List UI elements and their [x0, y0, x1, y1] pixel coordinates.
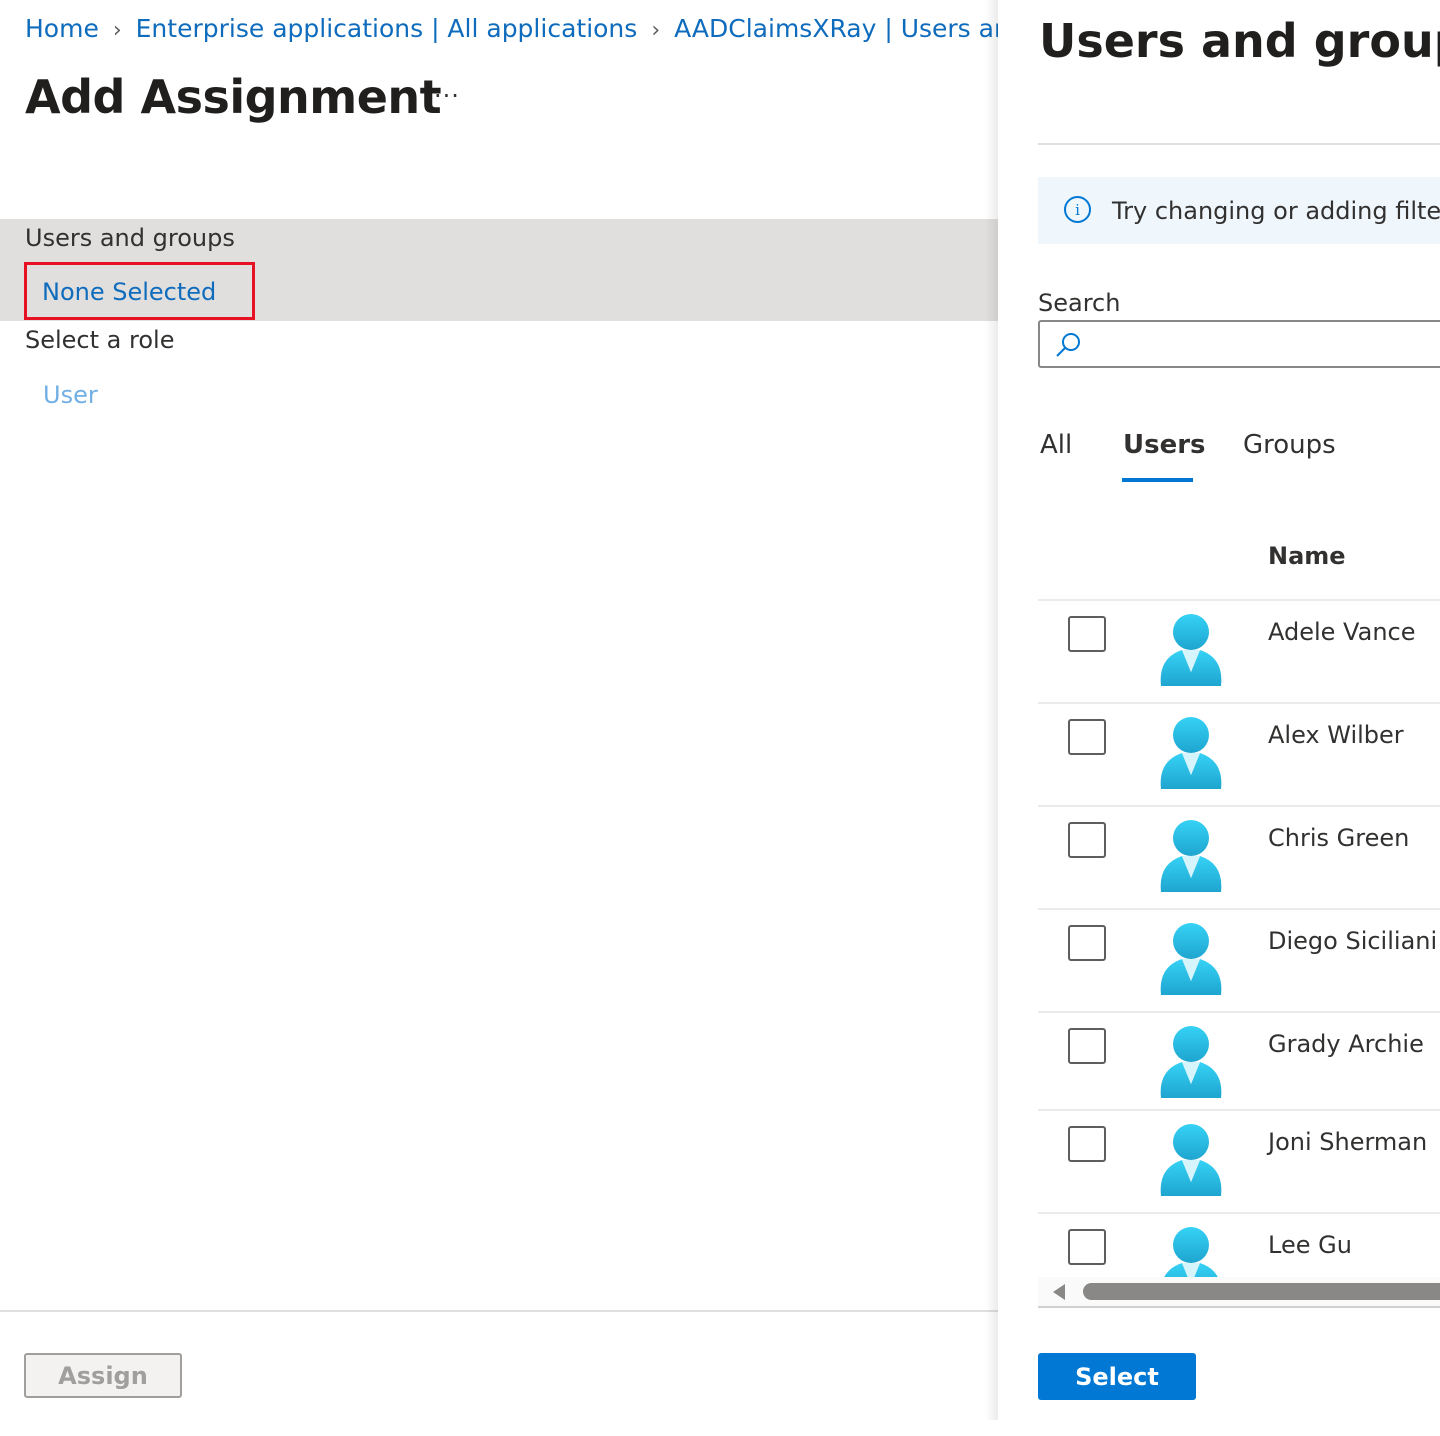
user-icon	[1160, 717, 1222, 789]
panel-title: Users and groups	[1039, 14, 1440, 68]
users-list: Adele Vance Alex Wilber Chris Green Dieg…	[1038, 599, 1440, 1277]
add-assignment-page: Home › Enterprise applications | All appli…	[0, 0, 1000, 1436]
user-icon	[1160, 614, 1222, 686]
users-groups-panel: Users and groups i Try changing or addin…	[998, 0, 1440, 1420]
select-button[interactable]: Select	[1038, 1353, 1196, 1400]
user-name: Grady Archie	[1268, 1030, 1424, 1058]
breadcrumb-enterprise-applications[interactable]: Enterprise applications | All applicatio…	[136, 14, 638, 43]
tab-all[interactable]: All	[1040, 430, 1072, 460]
list-item[interactable]: Alex Wilber	[1038, 702, 1440, 807]
search-box[interactable]	[1038, 320, 1440, 368]
user-name: Adele Vance	[1268, 618, 1416, 646]
row-checkbox[interactable]	[1068, 925, 1106, 961]
row-checkbox[interactable]	[1068, 719, 1106, 755]
tab-groups[interactable]: Groups	[1243, 430, 1336, 460]
users-groups-value-link[interactable]: None Selected	[42, 278, 216, 306]
search-input[interactable]	[1092, 326, 1440, 364]
breadcrumb-app-users-groups[interactable]: AADClaimsXRay | Users and groups	[674, 14, 1000, 43]
horizontal-scrollbar[interactable]	[1038, 1277, 1440, 1308]
row-checkbox[interactable]	[1068, 1229, 1106, 1265]
list-item[interactable]: Chris Green	[1038, 805, 1440, 910]
row-checkbox[interactable]	[1068, 822, 1106, 858]
row-checkbox[interactable]	[1068, 616, 1106, 652]
column-header-name[interactable]: Name	[1268, 542, 1346, 570]
user-icon	[1164, 1227, 1218, 1277]
role-value-link[interactable]: User	[43, 381, 98, 409]
info-icon: i	[1064, 196, 1091, 223]
row-checkbox[interactable]	[1068, 1028, 1106, 1064]
list-item[interactable]: Joni Sherman	[1038, 1109, 1440, 1214]
page-title: Add Assignment	[25, 70, 442, 124]
chevron-right-icon: ›	[112, 18, 122, 43]
list-item[interactable]: Lee Gu	[1038, 1212, 1440, 1277]
row-checkbox[interactable]	[1068, 1126, 1106, 1162]
list-item[interactable]: Diego Siciliani	[1038, 908, 1440, 1013]
list-item[interactable]: Grady Archie	[1038, 1011, 1440, 1116]
scrollbar-thumb[interactable]	[1083, 1283, 1440, 1300]
assign-button[interactable]: Assign	[24, 1353, 182, 1398]
user-name: Diego Siciliani	[1268, 927, 1438, 955]
scroll-left-arrow-icon[interactable]	[1053, 1284, 1065, 1300]
user-icon	[1160, 923, 1222, 995]
breadcrumb: Home › Enterprise applications | All appli…	[25, 14, 1000, 43]
tab-users[interactable]: Users	[1123, 430, 1206, 460]
select-role-label: Select a role	[25, 326, 175, 354]
breadcrumb-home[interactable]: Home	[25, 14, 99, 43]
search-label: Search	[1038, 289, 1121, 317]
users-groups-label: Users and groups	[25, 224, 235, 252]
search-icon	[1056, 333, 1080, 357]
user-icon	[1160, 820, 1222, 892]
user-icon	[1160, 1124, 1222, 1196]
users-groups-selector[interactable]: None Selected	[24, 262, 255, 320]
more-options-icon[interactable]: ···	[434, 82, 460, 110]
user-name: Lee Gu	[1268, 1231, 1352, 1259]
user-name: Joni Sherman	[1268, 1128, 1428, 1156]
panel-divider	[1038, 143, 1440, 145]
user-name: Chris Green	[1268, 824, 1410, 852]
info-banner: i Try changing or adding filters	[1038, 177, 1440, 244]
active-tab-indicator	[1122, 478, 1193, 482]
user-icon	[1160, 1026, 1222, 1098]
chevron-right-icon: ›	[651, 18, 661, 43]
info-text: Try changing or adding filters	[1112, 197, 1440, 225]
user-name: Alex Wilber	[1268, 721, 1404, 749]
list-item[interactable]: Adele Vance	[1038, 599, 1440, 704]
